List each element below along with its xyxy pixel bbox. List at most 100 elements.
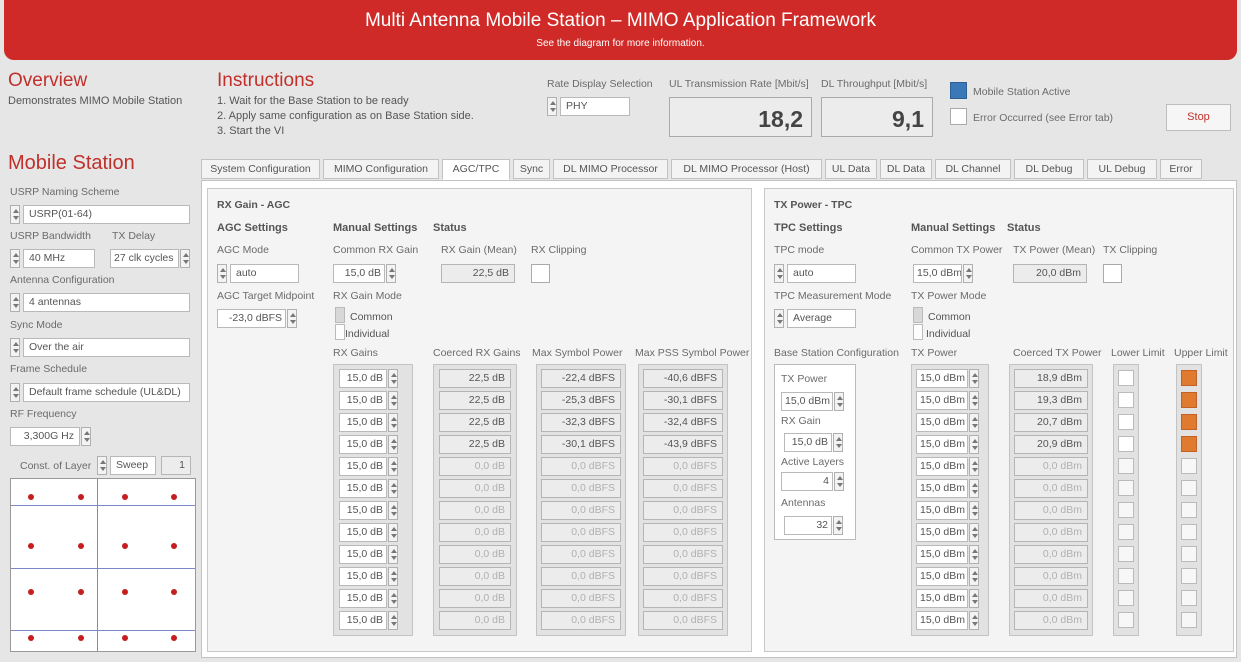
tab-ul-debug[interactable]: UL Debug [1087, 159, 1157, 179]
bandwidth-select[interactable]: 40 MHz [23, 249, 95, 268]
common-tx-power-spinner[interactable] [963, 264, 973, 283]
rx-gain-spinner[interactable] [388, 523, 398, 542]
rx-gain-spinner[interactable] [388, 589, 398, 608]
rx-gain-spinner[interactable] [388, 611, 398, 630]
antenna-config-select[interactable]: 4 antennas [23, 293, 190, 312]
tx-power-spinner[interactable] [969, 369, 979, 388]
rx-gain-spinner[interactable] [388, 457, 398, 476]
bs-rx-gain-spinner[interactable] [833, 433, 843, 452]
rx-gain-spinner[interactable] [388, 479, 398, 498]
tx-power-spinner[interactable] [969, 611, 979, 630]
tx-power-field[interactable]: 15,0 dBm [916, 611, 968, 630]
tx-power-field[interactable]: 15,0 dBm [916, 391, 968, 410]
tx-power-field[interactable]: 15,0 dBm [916, 413, 968, 432]
sweep-spinner[interactable] [97, 456, 107, 475]
bs-active-layers-field[interactable]: 4 [781, 472, 833, 491]
tx-delay-spinner[interactable] [180, 249, 190, 268]
rx-gain-spinner[interactable] [388, 391, 398, 410]
tx-power-mode-toggle-individual[interactable] [913, 324, 923, 340]
tx-power-mode-toggle-common[interactable] [913, 307, 923, 323]
rx-gain-field[interactable]: 15,0 dB [339, 523, 387, 542]
tpc-measurement-spinner[interactable] [774, 309, 784, 328]
tpc-mode-spinner[interactable] [774, 264, 784, 283]
tab-dl-channel[interactable]: DL Channel [935, 159, 1011, 179]
rate-display-select[interactable]: PHY [560, 97, 630, 116]
layer-index[interactable]: 1 [161, 456, 191, 475]
bandwidth-spinner[interactable] [10, 249, 20, 268]
rx-gain-field[interactable]: 15,0 dB [339, 391, 387, 410]
tx-power-field[interactable]: 15,0 dBm [916, 479, 968, 498]
tx-power-field[interactable]: 15,0 dBm [916, 567, 968, 586]
tab-dl-mimo-processor[interactable]: DL MIMO Processor [553, 159, 668, 179]
tab-system-configuration[interactable]: System Configuration [201, 159, 320, 179]
rx-gain-spinner[interactable] [388, 435, 398, 454]
rx-gain-field[interactable]: 15,0 dB [339, 369, 387, 388]
tab-mimo-configuration[interactable]: MIMO Configuration [323, 159, 439, 179]
common-rx-gain-spinner[interactable] [386, 264, 396, 283]
tx-power-field[interactable]: 15,0 dBm [916, 369, 968, 388]
rx-gain-spinner[interactable] [388, 501, 398, 520]
agc-mode-spinner[interactable] [217, 264, 227, 283]
agc-target-field[interactable]: -23,0 dBFS [217, 309, 286, 328]
tpc-measurement-select[interactable]: Average [787, 309, 856, 328]
tpc-mode-select[interactable]: auto [787, 264, 856, 283]
bs-tx-power-spinner[interactable] [834, 392, 844, 411]
tab-dl-data[interactable]: DL Data [880, 159, 932, 179]
tx-power-field[interactable]: 15,0 dBm [916, 435, 968, 454]
rx-gain-spinner[interactable] [388, 369, 398, 388]
rx-gain-mode-toggle-common[interactable] [335, 307, 345, 323]
tx-power-field[interactable]: 15,0 dBm [916, 501, 968, 520]
naming-select[interactable]: USRP(01-64) [23, 205, 190, 224]
sync-mode-spinner[interactable] [10, 338, 20, 357]
tab-agc-tpc[interactable]: AGC/TPC [442, 159, 510, 180]
antenna-config-spinner[interactable] [10, 293, 20, 312]
rx-gain-field[interactable]: 15,0 dB [339, 435, 387, 454]
rf-frequency-spinner[interactable] [81, 427, 91, 446]
rx-gain-mode-toggle-individual[interactable] [335, 324, 345, 340]
tx-power-field[interactable]: 15,0 dBm [916, 545, 968, 564]
tx-power-spinner[interactable] [969, 391, 979, 410]
common-tx-power-field[interactable]: 15,0 dBm [913, 264, 962, 283]
tx-power-spinner[interactable] [969, 545, 979, 564]
rf-frequency-field[interactable]: 3,300G Hz [10, 427, 80, 446]
rx-gain-spinner[interactable] [388, 413, 398, 432]
bs-antennas-spinner[interactable] [833, 516, 843, 535]
rx-gain-spinner[interactable] [388, 567, 398, 586]
tx-power-field[interactable]: 15,0 dBm [916, 523, 968, 542]
tab-ul-data[interactable]: UL Data [825, 159, 877, 179]
frame-schedule-select[interactable]: Default frame schedule (UL&DL) [23, 383, 190, 402]
sync-mode-select[interactable]: Over the air [23, 338, 190, 357]
tx-power-spinner[interactable] [969, 589, 979, 608]
tab-dl-mimo-processor-host[interactable]: DL MIMO Processor (Host) [671, 159, 822, 179]
rx-gain-field[interactable]: 15,0 dB [339, 611, 387, 630]
rx-gain-field[interactable]: 15,0 dB [339, 413, 387, 432]
bs-antennas-field[interactable]: 32 [784, 516, 832, 535]
tx-power-spinner[interactable] [969, 523, 979, 542]
bs-active-layers-spinner[interactable] [834, 472, 844, 491]
tx-power-spinner[interactable] [969, 501, 979, 520]
tx-delay-field[interactable]: 27 clk cycles [110, 249, 179, 268]
bs-rx-gain-field[interactable]: 15,0 dB [784, 433, 832, 452]
tab-sync[interactable]: Sync [513, 159, 550, 179]
stop-button[interactable]: Stop [1166, 104, 1231, 131]
rx-gain-field[interactable]: 15,0 dB [339, 589, 387, 608]
rx-gain-field[interactable]: 15,0 dB [339, 501, 387, 520]
agc-mode-select[interactable]: auto [230, 264, 299, 283]
tx-power-spinner[interactable] [969, 479, 979, 498]
rx-gain-field[interactable]: 15,0 dB [339, 567, 387, 586]
rate-display-spinner[interactable] [547, 97, 557, 116]
tx-power-field[interactable]: 15,0 dBm [916, 457, 968, 476]
frame-schedule-spinner[interactable] [10, 383, 20, 402]
rx-gain-field[interactable]: 15,0 dB [339, 479, 387, 498]
agc-target-spinner[interactable] [287, 309, 297, 328]
naming-spinner[interactable] [10, 205, 20, 224]
tx-power-spinner[interactable] [969, 435, 979, 454]
common-rx-gain-field[interactable]: 15,0 dB [333, 264, 385, 283]
tx-power-field[interactable]: 15,0 dBm [916, 589, 968, 608]
tx-power-spinner[interactable] [969, 413, 979, 432]
tab-error[interactable]: Error [1160, 159, 1202, 179]
rx-gain-field[interactable]: 15,0 dB [339, 545, 387, 564]
rx-gain-field[interactable]: 15,0 dB [339, 457, 387, 476]
sweep-select[interactable]: Sweep [110, 456, 156, 475]
bs-tx-power-field[interactable]: 15,0 dBm [781, 392, 833, 411]
